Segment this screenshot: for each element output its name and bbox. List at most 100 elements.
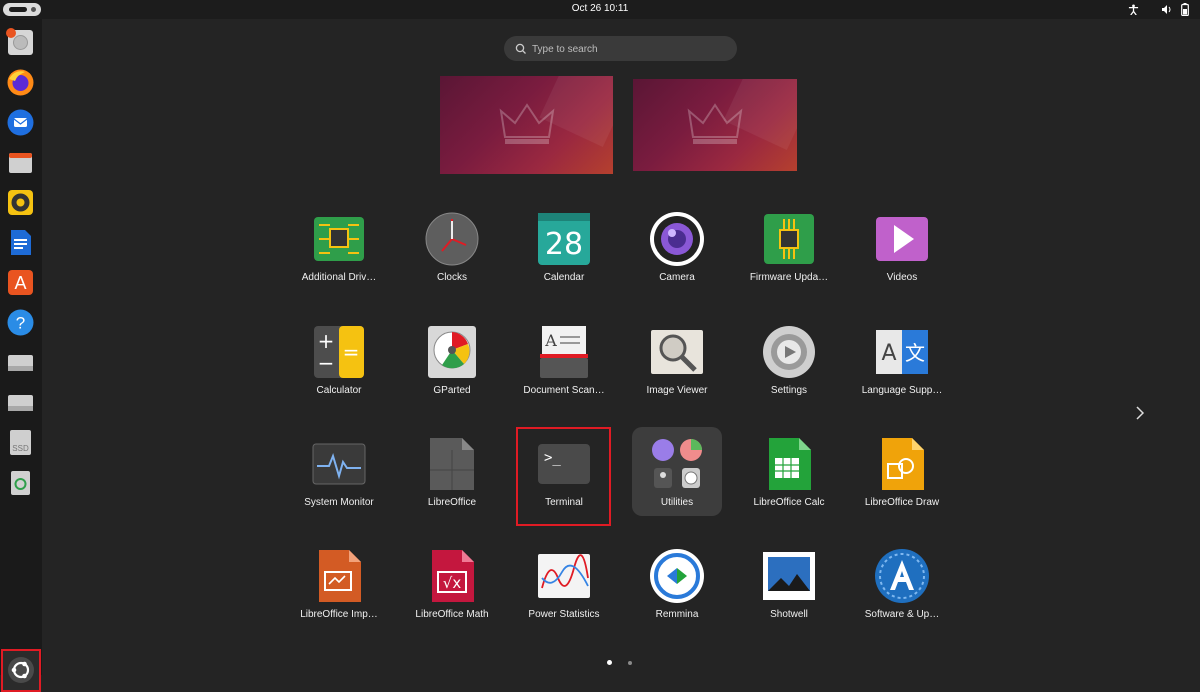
photo-icon [763,552,815,600]
app-label: LibreOffice Math [415,609,489,620]
app-software-updater[interactable]: Software & Up… [852,540,952,640]
page-dot-inactive[interactable] [628,660,632,665]
dock-drive-1[interactable] [5,347,36,378]
accessibility-icon[interactable] [1128,4,1139,15]
app-label: Software & Up… [864,609,940,620]
document-icon [430,438,474,490]
ssd-label: SSD [12,444,29,453]
folder-icon [652,439,702,488]
app-calculator[interactable]: + − = Calculator [289,316,389,416]
calendar-icon: 28 [538,213,590,265]
app-system-monitor[interactable]: System Monitor [289,428,389,528]
dock-trash[interactable] [5,467,36,498]
dock-drive-2[interactable] [5,387,36,418]
app-label: Settings [770,385,808,396]
app-label: LibreOffice Draw [864,497,940,508]
app-label: Calendar [543,272,585,283]
app-label: Language Supp… [861,385,943,396]
terminal-highlight-box [516,427,611,526]
app-label: Image Viewer [646,385,708,396]
app-language-support[interactable]: A 文 Language Supp… [852,316,952,416]
dock-help[interactable]: ? [5,307,36,338]
firefox-icon [7,69,34,96]
app-power-statistics[interactable]: Power Statistics [514,540,614,640]
page-dot-active[interactable] [607,660,612,665]
app-clocks[interactable]: Clocks [402,203,502,303]
dock-writer[interactable] [5,227,36,258]
app-document-scanner[interactable]: A Document Scan… [514,316,614,416]
formula-icon: √x [432,550,474,602]
show-apps-button[interactable] [1,649,41,692]
files-folder-icon [9,153,32,173]
app-settings[interactable]: Settings [739,316,839,416]
app-remmina[interactable]: Remmina [627,540,727,640]
app-libreoffice-math[interactable]: √x LibreOffice Math [402,540,502,640]
search-icon [515,43,526,54]
app-calendar[interactable]: 28 Calendar [514,203,614,303]
app-label: Additional Driv… [301,272,377,283]
workspace-thumbnail-1[interactable] [440,76,613,174]
app-center-glyph: A [14,273,26,293]
dock-files[interactable] [5,147,36,178]
app-gparted[interactable]: GParted [402,316,502,416]
app-videos[interactable]: Videos [852,203,952,303]
graph-icon [538,554,590,598]
app-libreoffice-draw[interactable]: LibreOffice Draw [852,428,952,528]
language-b: 文 [905,341,925,365]
app-label: Utilities [660,497,694,508]
app-libreoffice-calc[interactable]: LibreOffice Calc [739,428,839,528]
help-glyph: ? [16,314,25,333]
dock-firefox[interactable] [5,67,36,98]
thunderbird-icon [7,109,34,136]
crown-wallpaper-icon [499,103,554,144]
app-center-icon: A [8,270,33,295]
dock-rhythmbox[interactable] [5,187,36,218]
trash-icon [11,471,30,495]
app-camera[interactable]: Camera [627,203,727,303]
calc-plus: + [318,329,335,353]
chevron-right-icon [1136,406,1145,420]
scanner-icon: A [540,326,588,378]
app-label: Shotwell [770,609,808,620]
app-label: LibreOffice Calc [753,497,825,508]
draw-icon [882,438,924,490]
volume-icon[interactable] [1161,4,1173,15]
dock-thunderbird[interactable] [5,107,36,138]
app-shotwell[interactable]: Shotwell [739,540,839,640]
language-icon: A 文 [876,330,928,374]
clock-icon [425,212,479,266]
writer-icon [11,230,31,255]
help-icon: ? [7,309,34,336]
software-update-icon [875,549,929,603]
play-icon [876,217,928,261]
app-additional-drivers[interactable]: Additional Driv… [289,203,389,303]
clock[interactable]: Oct 26 10:11 [0,3,1200,14]
search-bar[interactable] [504,36,737,63]
chip-icon [314,217,364,261]
remote-icon [650,549,704,603]
app-utilities-folder[interactable]: Utilities [627,428,727,528]
workspace-thumbnail-2[interactable] [633,79,797,171]
next-page-button[interactable] [1135,405,1145,426]
app-image-viewer[interactable]: Image Viewer [627,316,727,416]
battery-icon[interactable] [1181,3,1189,16]
app-libreoffice[interactable]: LibreOffice [402,428,502,528]
app-firmware-updater[interactable]: Firmware Upda… [739,203,839,303]
magnifier-icon [651,330,703,374]
ubuntu-logo-icon [8,657,34,683]
search-input[interactable] [530,36,734,63]
app-label: System Monitor [304,497,374,508]
language-a: A [881,341,896,366]
dock-app-center[interactable]: A [5,267,36,298]
drive-icon [8,355,33,371]
top-bar: Oct 26 10:11 [0,0,1200,19]
dock-disk-usage[interactable] [5,27,36,58]
presentation-icon [319,550,361,602]
calculator-icon: + − = [314,326,364,378]
crown-wallpaper-icon [687,103,743,144]
app-libreoffice-impress[interactable]: LibreOffice Imp… [289,540,389,640]
app-label: Clocks [436,272,467,283]
dock-ssd[interactable]: SSD [5,427,36,458]
app-label: Calculator [316,385,362,396]
app-label: Firmware Upda… [749,272,829,283]
